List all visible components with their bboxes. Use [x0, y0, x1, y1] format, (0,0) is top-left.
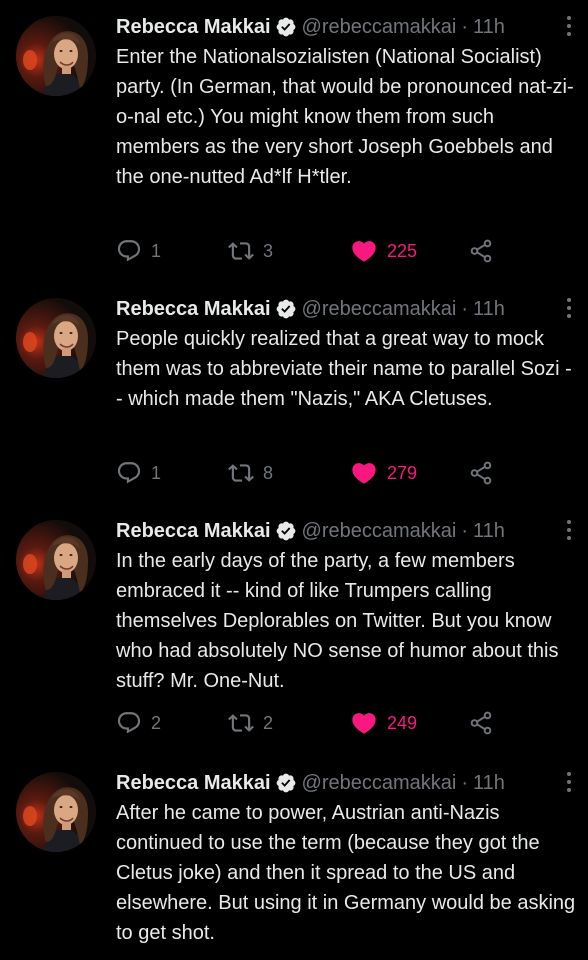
reply-button[interactable]: 2	[116, 708, 161, 738]
avatar[interactable]	[16, 520, 96, 600]
tweet-text: After he came to power, Austrian anti-Na…	[116, 802, 576, 944]
timestamp[interactable]: 11h	[473, 768, 505, 798]
like-button[interactable]: 249	[350, 708, 417, 738]
author-handle[interactable]: @rebeccamakkai	[302, 12, 457, 42]
tweet-header: Rebecca Makkai @rebeccamakkai · 11h	[116, 516, 576, 546]
tweet-actions: 1 8 279	[116, 458, 536, 488]
like-count: 279	[387, 462, 418, 483]
tweet-header: Rebecca Makkai @rebeccamakkai · 11h	[116, 294, 576, 324]
retweet-icon	[228, 242, 254, 260]
separator: ·	[461, 772, 469, 794]
author-handle[interactable]: @rebeccamakkai	[302, 294, 457, 324]
timestamp[interactable]: 11h	[473, 294, 505, 324]
share-icon	[470, 239, 492, 263]
author-name[interactable]: Rebecca Makkai	[116, 12, 271, 42]
separator: ·	[461, 16, 469, 38]
tweet[interactable]: Rebecca Makkai @rebeccamakkai · 11h Afte…	[0, 768, 588, 960]
share-icon	[470, 711, 492, 735]
reply-icon	[117, 240, 141, 262]
verified-badge-icon	[275, 520, 297, 542]
share-button[interactable]	[468, 458, 503, 488]
avatar[interactable]	[16, 298, 96, 378]
tweet[interactable]: Rebecca Makkai @rebeccamakkai · 11h Ente…	[0, 12, 588, 272]
author-handle[interactable]: @rebeccamakkai	[302, 768, 457, 798]
separator: ·	[461, 520, 469, 542]
reply-icon	[117, 712, 141, 734]
heart-filled-icon	[352, 241, 376, 262]
reply-icon	[117, 462, 141, 484]
tweet[interactable]: Rebecca Makkai @rebeccamakkai · 11h Peop…	[0, 294, 588, 504]
reply-button[interactable]: 1	[116, 236, 161, 266]
tweet-actions: 2 2 249	[116, 708, 536, 738]
avatar[interactable]	[16, 16, 96, 96]
heart-filled-icon	[352, 713, 376, 734]
share-button[interactable]	[468, 236, 503, 266]
tweet-actions: 1 3 225	[116, 236, 536, 266]
tweet-text: In the early days of the party, a few me…	[116, 550, 559, 692]
tweet-text: People quickly realized that a great way…	[116, 328, 572, 410]
retweet-button[interactable]: 3	[228, 236, 273, 266]
avatar[interactable]	[16, 772, 96, 852]
tweet-text: Enter the Nationalsozialisten (National …	[116, 46, 574, 188]
author-name[interactable]: Rebecca Makkai	[116, 768, 271, 798]
tweet-header: Rebecca Makkai @rebeccamakkai · 11h	[116, 12, 576, 42]
retweet-count: 2	[263, 712, 274, 733]
retweet-icon	[228, 464, 254, 482]
timestamp[interactable]: 11h	[473, 516, 505, 546]
author-handle[interactable]: @rebeccamakkai	[302, 516, 457, 546]
reply-button[interactable]: 1	[116, 458, 161, 488]
retweet-button[interactable]: 2	[228, 708, 273, 738]
retweet-count: 3	[263, 240, 274, 261]
share-icon	[470, 461, 492, 485]
retweet-icon	[228, 714, 254, 732]
reply-count: 1	[151, 462, 162, 483]
heart-filled-icon	[352, 463, 376, 484]
retweet-button[interactable]: 8	[228, 458, 273, 488]
reply-count: 1	[151, 240, 162, 261]
more-options-icon[interactable]	[566, 519, 572, 541]
author-name[interactable]: Rebecca Makkai	[116, 516, 271, 546]
verified-badge-icon	[275, 298, 297, 320]
like-count: 249	[387, 712, 418, 733]
like-button[interactable]: 225	[350, 236, 417, 266]
share-button[interactable]	[468, 708, 503, 738]
reply-count: 2	[151, 712, 162, 733]
tweet-header: Rebecca Makkai @rebeccamakkai · 11h	[116, 768, 576, 798]
separator: ·	[461, 298, 469, 320]
timestamp[interactable]: 11h	[473, 12, 505, 42]
verified-badge-icon	[275, 16, 297, 38]
verified-badge-icon	[275, 772, 297, 794]
more-options-icon[interactable]	[566, 297, 572, 319]
like-button[interactable]: 279	[350, 458, 417, 488]
tweet[interactable]: Rebecca Makkai @rebeccamakkai · 11h In t…	[0, 516, 588, 746]
retweet-count: 8	[263, 462, 274, 483]
author-name[interactable]: Rebecca Makkai	[116, 294, 271, 324]
more-options-icon[interactable]	[566, 15, 572, 37]
like-count: 225	[387, 240, 418, 261]
more-options-icon[interactable]	[566, 771, 572, 793]
